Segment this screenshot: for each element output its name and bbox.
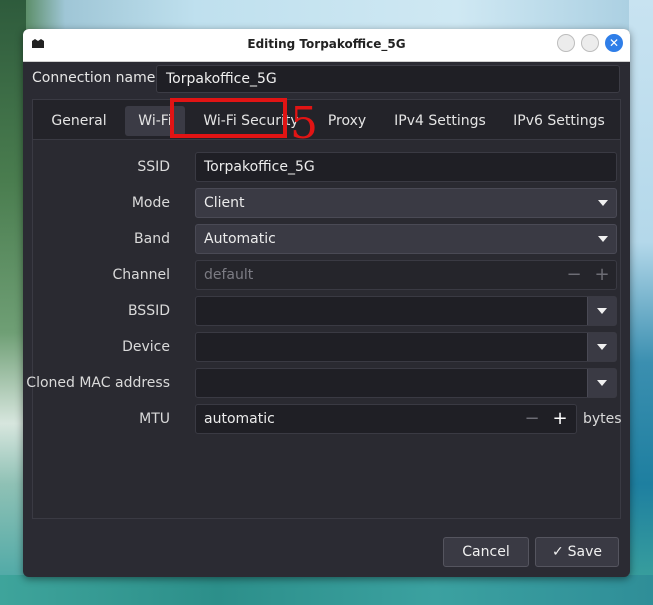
mtu-label: MTU: [139, 411, 170, 427]
device-dropdown-button[interactable]: [587, 333, 616, 361]
mode-value: Client: [204, 195, 245, 211]
bssid-dropdown-button[interactable]: [587, 297, 616, 325]
connection-name-input[interactable]: Torpakoffice_5G: [156, 65, 620, 93]
mtu-spinbox[interactable]: automatic − +: [195, 404, 577, 434]
channel-decrement-button: −: [566, 264, 582, 285]
maximize-button[interactable]: [581, 34, 599, 52]
tab-bar: General Wi-Fi Wi-Fi Security Proxy IPv4 …: [32, 99, 621, 139]
connection-name-label: Connection name: [32, 70, 156, 86]
annotation-number: 5: [290, 98, 318, 149]
tab-ipv4-settings[interactable]: IPv4 Settings: [387, 106, 493, 136]
tab-general[interactable]: General: [43, 106, 115, 136]
channel-increment-button: +: [594, 264, 610, 285]
mode-label: Mode: [131, 195, 170, 211]
device-combo-input[interactable]: [195, 332, 617, 362]
channel-placeholder: default: [204, 267, 254, 283]
connection-name-row: Connection name Torpakoffice_5G: [23, 63, 630, 95]
bssid-label: BSSID: [127, 303, 170, 319]
wifi-settings-panel: SSID Torpakoffice_5G Mode Client Band Au…: [26, 139, 622, 519]
save-label: Save: [567, 544, 603, 560]
titlebar: Editing Torpakoffice_5G ✕: [23, 29, 630, 62]
desktop-background-bottom: [0, 575, 653, 605]
chevron-down-icon: [598, 200, 608, 206]
ssid-label: SSID: [137, 159, 170, 175]
close-button[interactable]: ✕: [605, 34, 623, 52]
mtu-increment-button[interactable]: +: [546, 405, 574, 433]
cloned-mac-dropdown-button[interactable]: [587, 369, 616, 397]
band-label: Band: [134, 231, 170, 247]
chevron-down-icon: [598, 236, 608, 242]
chevron-down-icon: [597, 308, 607, 314]
channel-label: Channel: [112, 267, 170, 283]
cloned-mac-combo-input[interactable]: [195, 368, 617, 398]
window-title: Editing Torpakoffice_5G: [247, 37, 406, 51]
desktop-background-right: [629, 0, 653, 605]
edit-connection-dialog: Editing Torpakoffice_5G ✕ Connection nam…: [23, 29, 630, 577]
bssid-combo-input[interactable]: [195, 296, 617, 326]
device-label: Device: [122, 339, 170, 355]
mtu-units-label: bytes: [583, 411, 622, 427]
chevron-down-icon: [597, 380, 607, 386]
annotation-highlight-box: [170, 98, 287, 138]
cloned-mac-label: Cloned MAC address: [26, 375, 170, 391]
band-select[interactable]: Automatic: [195, 224, 617, 254]
save-button[interactable]: ✓ Save: [535, 537, 619, 567]
close-icon: ✕: [608, 36, 620, 50]
checkmark-icon: ✓: [551, 544, 564, 560]
mtu-value: automatic: [204, 411, 275, 427]
channel-spinbox: default − +: [195, 260, 617, 290]
chevron-down-icon: [597, 344, 607, 350]
tab-ipv6-settings[interactable]: IPv6 Settings: [504, 106, 614, 136]
mtu-decrement-button[interactable]: −: [518, 405, 546, 433]
tab-proxy[interactable]: Proxy: [317, 106, 377, 136]
ssid-input[interactable]: Torpakoffice_5G: [195, 152, 617, 182]
cancel-button[interactable]: Cancel: [443, 537, 529, 567]
band-value: Automatic: [204, 231, 276, 247]
minimize-button[interactable]: [557, 34, 575, 52]
mode-select[interactable]: Client: [195, 188, 617, 218]
